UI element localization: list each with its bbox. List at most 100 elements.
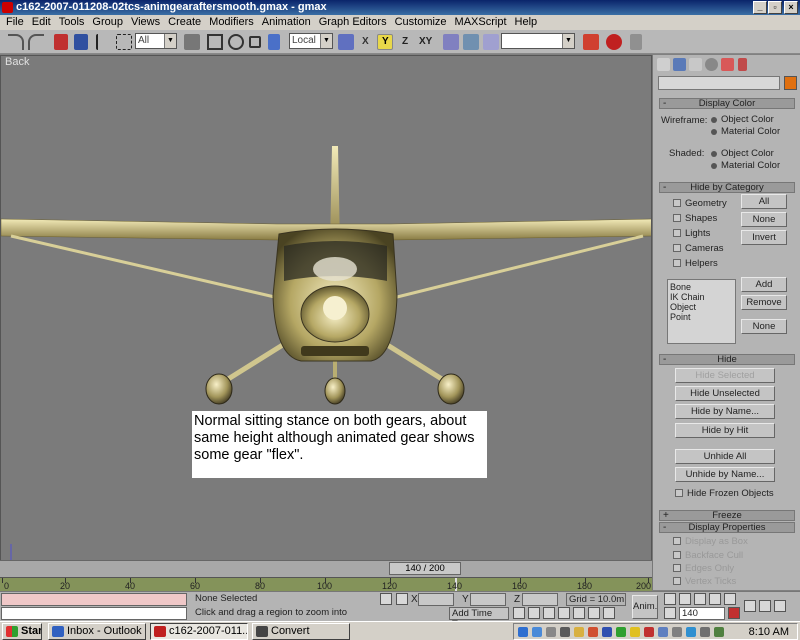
align-icon[interactable] [463,34,479,50]
percent-snap-icon[interactable] [543,607,555,619]
tray-tool-icon[interactable] [546,627,556,637]
utilities-tab-icon[interactable] [738,58,747,71]
category-add-button[interactable]: Add [741,277,787,292]
menu-group[interactable]: Group [88,15,127,30]
min-max-toggle-icon[interactable] [774,600,786,612]
backface-cull-checkbox[interactable] [673,551,681,559]
z-coord-field[interactable] [522,593,558,606]
wireframe-object-color-radio[interactable] [711,117,717,123]
unhide-all-button[interactable]: Unhide All [675,449,775,464]
tray-monitor-icon[interactable] [658,627,668,637]
hide-rollout-header[interactable]: - Hide [659,354,795,365]
hide-by-name-button[interactable]: Hide by Name... [675,404,775,419]
y-coord-field[interactable] [470,593,506,606]
play-icon[interactable] [694,593,706,605]
menu-tools[interactable]: Tools [55,15,89,30]
category-all-button[interactable]: All [741,194,787,209]
object-color-swatch[interactable] [784,76,797,90]
material-editor-icon[interactable] [583,34,599,50]
shapes-checkbox[interactable] [673,214,681,222]
add-time-tag-button[interactable]: Add Time Tag [449,607,509,630]
teapot-icon[interactable] [630,34,642,50]
tray-app-icon[interactable] [532,627,542,637]
animate-toggle-button[interactable]: Anim. [632,595,658,619]
tray-display-icon[interactable] [672,627,682,637]
select-by-name-icon[interactable] [184,34,200,50]
menu-create[interactable]: Create [164,15,205,30]
hierarchy-tab-icon[interactable] [689,58,702,71]
create-tab-icon[interactable] [657,58,670,71]
gmax-app-icon[interactable] [2,2,13,13]
modify-tab-icon[interactable] [673,58,686,71]
time-slider-thumb[interactable]: 140 / 200 [389,562,461,575]
time-config-icon[interactable] [728,607,740,619]
undo-icon[interactable] [8,34,24,50]
category-none-button[interactable]: None [741,212,787,227]
tray-word-icon[interactable] [602,627,612,637]
axis-z-button[interactable]: Z [402,36,408,47]
next-frame-icon[interactable] [709,593,721,605]
edges-only-checkbox[interactable] [673,564,681,572]
geometry-checkbox[interactable] [673,199,681,207]
select-and-rotate-icon[interactable] [228,34,244,50]
hide-frozen-objects-checkbox[interactable] [675,489,683,497]
menu-help[interactable]: Help [511,15,542,30]
maximize-button[interactable]: ▫ [768,1,782,14]
angle-snap-icon[interactable] [528,607,540,619]
select-and-move-icon[interactable] [207,34,223,50]
axis-xy-button[interactable]: XY [419,36,432,47]
task-outlook[interactable]: Inbox - Outlook E... [48,623,146,640]
list-item[interactable]: IK Chain Object [670,292,733,312]
select-and-link-icon[interactable] [54,34,68,50]
select-and-scale-icon[interactable] [249,36,261,48]
zoom-icon[interactable] [573,607,585,619]
shaded-object-color-radio[interactable] [711,151,717,157]
axis-x-button[interactable]: X [362,36,369,47]
minimize-button[interactable]: _ [753,1,767,14]
start-button[interactable]: Start [2,623,42,640]
x-coord-field[interactable] [418,593,454,606]
pan-icon[interactable] [744,600,756,612]
category-invert-button[interactable]: Invert [741,230,787,245]
tray-security-icon[interactable] [616,627,626,637]
unlink-selection-icon[interactable] [74,34,88,50]
menu-edit[interactable]: Edit [28,15,55,30]
menu-graph-editors[interactable]: Graph Editors [315,15,391,30]
rectangular-selection-icon[interactable] [116,34,132,50]
task-gmax[interactable]: c162-2007-011... [150,623,248,640]
display-tab-icon[interactable] [721,58,734,71]
menu-maxscript[interactable]: MAXScript [451,15,511,30]
menu-file[interactable]: File [2,15,28,30]
tray-plane-icon[interactable] [560,627,570,637]
maxscript-input-field[interactable] [1,607,187,620]
category-remove-button[interactable]: Remove [741,295,787,310]
display-color-rollout-header[interactable]: - Display Color [659,98,795,109]
pivot-center-icon[interactable] [338,34,354,50]
named-selection-icon[interactable] [483,34,499,50]
lock-selection-icon[interactable] [380,593,392,605]
category-list[interactable]: Bone IK Chain Object Point [667,279,736,344]
current-frame-field[interactable]: 140 [679,607,725,620]
wireframe-material-color-radio[interactable] [711,129,717,135]
back-viewport[interactable]: Back Normal sitting stance on both gears… [0,55,652,577]
tray-printer-icon[interactable] [714,627,724,637]
vertex-ticks-checkbox[interactable] [673,577,681,585]
manipulate-icon[interactable] [268,34,280,50]
tray-folder-icon[interactable] [574,627,584,637]
tray-firefox-icon[interactable] [588,627,598,637]
menu-customize[interactable]: Customize [391,15,451,30]
object-name-field[interactable] [658,76,780,90]
menu-animation[interactable]: Animation [258,15,315,30]
display-properties-rollout-header[interactable]: - Display Properties [659,522,795,533]
hide-unselected-button[interactable]: Hide Unselected [675,386,775,401]
go-to-end-icon[interactable] [724,593,736,605]
absolute-mode-icon[interactable] [396,593,408,605]
cameras-checkbox[interactable] [673,244,681,252]
key-mode-icon[interactable] [664,607,676,619]
snap-toggle-icon[interactable] [513,607,525,619]
freeze-rollout-header[interactable]: + Freeze [659,510,795,521]
hide-by-category-rollout-header[interactable]: - Hide by Category [659,182,795,193]
helpers-checkbox[interactable] [673,259,681,267]
maxscript-listener-field[interactable] [1,593,187,606]
previous-frame-icon[interactable] [679,593,691,605]
